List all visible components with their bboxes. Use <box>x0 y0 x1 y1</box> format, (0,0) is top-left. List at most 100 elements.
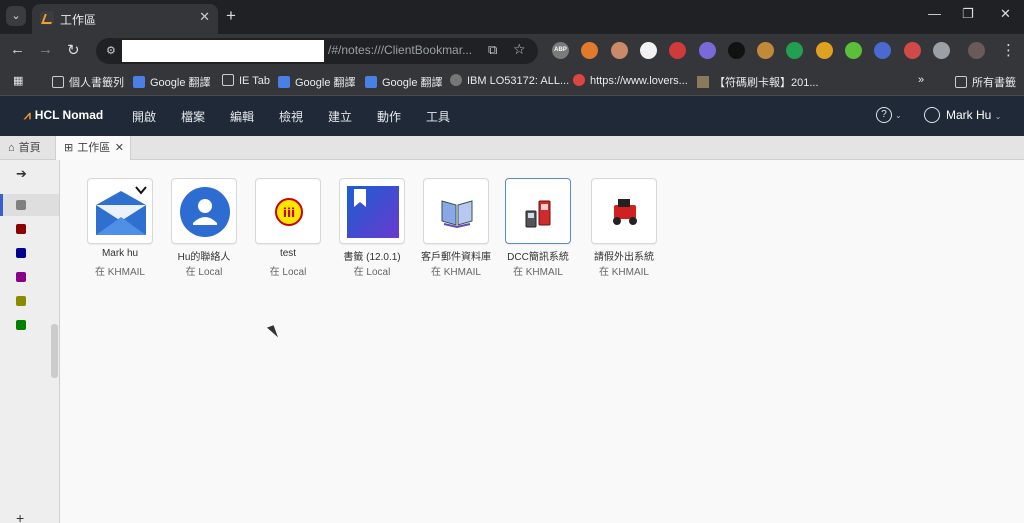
bookmark-item[interactable]: IE Tab <box>222 74 270 87</box>
expand-arrow-icon[interactable]: ➔ <box>16 166 27 182</box>
bookmark-label: 【符碼刷卡報】201... <box>714 77 819 89</box>
s-icon[interactable] <box>816 42 833 59</box>
new-tab-button[interactable]: + <box>226 6 236 26</box>
contact-icon <box>180 187 230 237</box>
apps-grid-icon[interactable]: ▦ <box>13 74 23 87</box>
tile-title: 請假外出系統 <box>594 252 654 263</box>
tile-card[interactable] <box>339 178 405 244</box>
add-workspace-button[interactable]: + <box>16 510 24 523</box>
site-settings-icon[interactable]: ⚙ <box>106 44 116 57</box>
rail-scrollbar[interactable] <box>51 324 58 378</box>
app-tile[interactable]: iii test 在 Local <box>246 178 330 278</box>
workspace-color-swatch[interactable] <box>16 200 26 210</box>
back-icon[interactable]: ← <box>10 41 25 58</box>
minimize-icon[interactable]: — <box>928 6 941 21</box>
menu-view[interactable]: 檢視 <box>279 108 303 125</box>
bookmark-item[interactable]: IBM LO53172: ALL... <box>450 74 569 87</box>
puzzle-icon[interactable] <box>933 42 950 59</box>
metamask-icon[interactable] <box>581 42 598 59</box>
app-tile[interactable]: 客戶郵件資料庫 在 KHMAIL <box>414 178 498 278</box>
help-caret-icon[interactable]: ⌄ <box>895 111 902 120</box>
tab-search-icon[interactable]: ⌄ <box>6 6 26 26</box>
app-tile[interactable]: Hu的聯絡人 在 Local <box>162 178 246 278</box>
white-circle-icon[interactable] <box>640 42 657 59</box>
close-tab-icon[interactable]: ✕ <box>199 9 210 25</box>
bookmark-item[interactable]: 個人書籤列 <box>52 74 124 90</box>
address-bar[interactable]: ⚙ /#/notes:///ClientBookmar... ⧉ ☆ <box>96 38 538 64</box>
close-window-icon[interactable]: ✕ <box>1000 6 1011 22</box>
cookie-icon[interactable] <box>757 42 774 59</box>
bookmark-item[interactable]: https://www.lovers... <box>573 74 688 87</box>
address-text[interactable]: /#/notes:///ClientBookmar... <box>328 43 472 57</box>
folder-icon <box>955 76 967 88</box>
tile-location: 在 KHMAIL <box>512 267 563 278</box>
bookmarks-overflow-button[interactable]: » <box>918 74 924 86</box>
profile-avatar[interactable] <box>968 42 985 59</box>
menu-tools[interactable]: 工具 <box>426 108 450 125</box>
bookmark-label: IE Tab <box>239 75 270 87</box>
bookmark-item[interactable]: 【符碼刷卡報】201... <box>697 74 819 90</box>
brain-icon[interactable] <box>699 42 716 59</box>
app-tile[interactable]: 書籤 (12.0.1) 在 Local <box>330 178 414 278</box>
workspace-color-swatch[interactable] <box>16 320 26 330</box>
tile-location: 在 KHMAIL <box>94 267 145 278</box>
open-external-icon[interactable]: ⧉ <box>488 42 497 58</box>
menu-actions[interactable]: 動作 <box>377 108 401 125</box>
bookmark-star-icon[interactable]: ☆ <box>513 41 526 58</box>
x-icon[interactable] <box>728 42 745 59</box>
tile-card[interactable] <box>423 178 489 244</box>
workspace-color-swatch[interactable] <box>16 272 26 282</box>
green-arrow-icon[interactable] <box>786 42 803 59</box>
app-tile[interactable]: DCC簡訊系統 在 KHMAIL <box>496 178 580 278</box>
bookmark-label: 個人書籤列 <box>69 77 124 89</box>
workspace-canvas: Mark hu 在 KHMAIL Hu的聯絡人 在 Local iii test… <box>60 160 1024 523</box>
help-icon[interactable]: ? <box>876 107 892 123</box>
tab-workspace[interactable]: ⊞ 工作區 ✕ <box>55 136 131 160</box>
car-icon <box>613 199 637 225</box>
face-icon[interactable] <box>611 42 628 59</box>
printer-icon[interactable] <box>904 42 921 59</box>
app-header: ⩘ HCL Nomad 開啟 檔案 編輯 檢視 建立 動作 工具 ? ⌄ Mark… <box>0 96 1024 136</box>
address-redacted <box>122 40 324 62</box>
google-translate-icon <box>365 76 377 88</box>
bookmark-label: Google 翻譯 <box>150 77 211 89</box>
reload-icon[interactable]: ↻ <box>67 41 80 59</box>
tile-card[interactable] <box>505 178 571 244</box>
tile-title: DCC簡訊系統 <box>507 252 569 263</box>
bookmark-item[interactable]: Google 翻譯 <box>278 74 356 90</box>
menu-open[interactable]: 開啟 <box>132 108 156 125</box>
tile-card[interactable] <box>171 178 237 244</box>
rail-selected-indicator <box>0 194 59 216</box>
menu-edit[interactable]: 編輯 <box>230 108 254 125</box>
menu-create[interactable]: 建立 <box>328 108 352 125</box>
folder-icon <box>222 74 234 86</box>
app-tile[interactable]: 請假外出系統 在 KHMAIL <box>582 178 666 278</box>
forward-icon[interactable]: → <box>38 41 53 58</box>
abp-icon[interactable]: ABP <box>552 42 569 59</box>
all-bookmarks-label: 所有書籤 <box>972 77 1016 89</box>
chrome-menu-icon[interactable]: ⋮ <box>1001 41 1016 59</box>
workspace-color-swatch[interactable] <box>16 248 26 258</box>
bookmark-icon <box>347 186 399 238</box>
bookmark-item[interactable]: Google 翻譯 <box>365 74 443 90</box>
all-bookmarks-folder[interactable]: 所有書籤 <box>955 74 1016 90</box>
menu-file[interactable]: 檔案 <box>181 108 205 125</box>
folder-icon <box>52 76 64 88</box>
user-menu[interactable]: Mark Hu ⌄ <box>924 107 1001 123</box>
lock-icon[interactable] <box>669 42 686 59</box>
tab-home[interactable]: ⌂ 首頁 <box>8 136 41 160</box>
workspace-color-swatch[interactable] <box>16 296 26 306</box>
globe-icon[interactable] <box>874 42 891 59</box>
restore-icon[interactable]: ❐ <box>962 6 974 22</box>
workspace-color-swatch[interactable] <box>16 224 26 234</box>
browser-tab-active[interactable]: 工作區 ✕ <box>32 4 218 34</box>
app-brand[interactable]: ⩘ HCL Nomad <box>24 108 103 123</box>
tile-card[interactable] <box>87 178 153 244</box>
tile-card[interactable]: iii <box>255 178 321 244</box>
bookmark-item[interactable]: Google 翻譯 <box>133 74 211 90</box>
app-tile[interactable]: Mark hu 在 KHMAIL <box>78 178 162 278</box>
leaf-icon[interactable] <box>845 42 862 59</box>
google-translate-icon <box>133 76 145 88</box>
tile-card[interactable] <box>591 178 657 244</box>
close-tab-workspace-icon[interactable]: ✕ <box>115 136 124 160</box>
